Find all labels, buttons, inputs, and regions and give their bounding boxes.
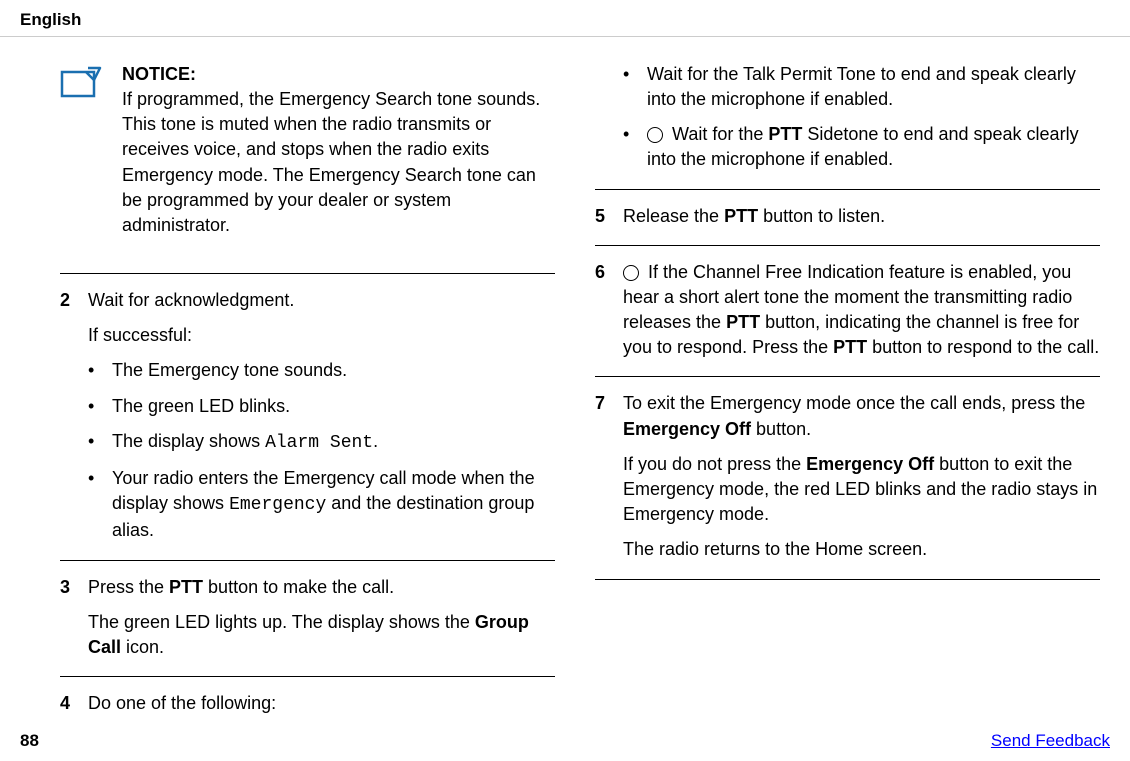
feature-icon [647, 127, 663, 143]
step-3-line1: Press the PTT button to make the call. [88, 575, 555, 600]
list-item: • The display shows Alarm Sent. [88, 429, 555, 456]
step-3-line2: The green LED lights up. The display sho… [88, 610, 555, 660]
bullet-text: The display shows Alarm Sent. [112, 429, 378, 456]
notice-block: NOTICE: If programmed, the Emergency Sea… [60, 47, 555, 253]
right-column: • Wait for the Talk Permit Tone to end a… [565, 37, 1130, 733]
step-number: 6 [595, 260, 623, 361]
step-7-line2: If you do not press the Emergency Off bu… [623, 452, 1100, 528]
list-item: • The green LED blinks. [88, 394, 555, 419]
notice-icon [60, 64, 104, 105]
send-feedback-link[interactable]: Send Feedback [991, 729, 1110, 753]
step-2-bullets: • The Emergency tone sounds. • The green… [88, 358, 555, 543]
step-5: 5 Release the PTT button to listen. [595, 189, 1100, 245]
step-body: To exit the Emergency mode once the call… [623, 391, 1100, 562]
list-item: • Your radio enters the Emergency call m… [88, 466, 555, 544]
language-label: English [20, 8, 1110, 32]
bullet-icon: • [623, 122, 647, 172]
step-3: 3 Press the PTT button to make the call.… [60, 560, 555, 677]
step-5-text: Release the PTT button to listen. [623, 204, 1100, 229]
step-4-bullets: • Wait for the Talk Permit Tone to end a… [623, 62, 1100, 173]
list-item: • Wait for the PTT Sidetone to end and s… [623, 122, 1100, 172]
feature-icon [623, 265, 639, 281]
left-column: NOTICE: If programmed, the Emergency Sea… [0, 37, 565, 733]
step-number: 5 [595, 204, 623, 229]
page-number: 88 [20, 729, 39, 753]
step-6-text: If the Channel Free Indication feature i… [623, 260, 1100, 361]
step-number: 4 [60, 691, 88, 716]
step-body: Release the PTT button to listen. [623, 204, 1100, 229]
step-2-line2: If successful: [88, 323, 555, 348]
list-item: • Wait for the Talk Permit Tone to end a… [623, 62, 1100, 112]
step-4: 4 Do one of the following: [60, 676, 555, 732]
step-7-line3: The radio returns to the Home screen. [623, 537, 1100, 562]
step-4-continuation: • Wait for the Talk Permit Tone to end a… [595, 47, 1100, 189]
bullet-text: Wait for the Talk Permit Tone to end and… [647, 62, 1100, 112]
step-number: 7 [595, 391, 623, 562]
bullet-text: The Emergency tone sounds. [112, 358, 347, 383]
notice-title: NOTICE: [122, 64, 196, 84]
list-item: • The Emergency tone sounds. [88, 358, 555, 383]
step-body: Wait for acknowledgment. If successful: … [88, 288, 555, 544]
bullet-text: Your radio enters the Emergency call mod… [112, 466, 555, 544]
step-number: 2 [60, 288, 88, 544]
step-6: 6 If the Channel Free Indication feature… [595, 245, 1100, 377]
page-footer: 88 Send Feedback [0, 729, 1130, 753]
step-7-line1: To exit the Emergency mode once the call… [623, 391, 1100, 441]
bullet-icon: • [88, 394, 112, 419]
notice-text: NOTICE: If programmed, the Emergency Sea… [122, 62, 555, 238]
step-body: Press the PTT button to make the call. T… [88, 575, 555, 661]
step-2-line1: Wait for acknowledgment. [88, 288, 555, 313]
step-7: 7 To exit the Emergency mode once the ca… [595, 376, 1100, 579]
bullet-icon: • [88, 358, 112, 383]
step-2: 2 Wait for acknowledgment. If successful… [60, 273, 555, 560]
page-header: English [0, 0, 1130, 37]
step-4-line1: Do one of the following: [88, 691, 555, 716]
notice-body: If programmed, the Emergency Search tone… [122, 89, 540, 235]
bullet-icon: • [88, 466, 112, 544]
content-area: NOTICE: If programmed, the Emergency Sea… [0, 37, 1130, 733]
bullet-icon: • [88, 429, 112, 456]
bullet-text: Wait for the PTT Sidetone to end and spe… [647, 122, 1100, 172]
step-number: 3 [60, 575, 88, 661]
bullet-icon: • [623, 62, 647, 112]
bullet-text: The green LED blinks. [112, 394, 290, 419]
step-body: If the Channel Free Indication feature i… [623, 260, 1100, 361]
step-body: Do one of the following: [88, 691, 555, 716]
